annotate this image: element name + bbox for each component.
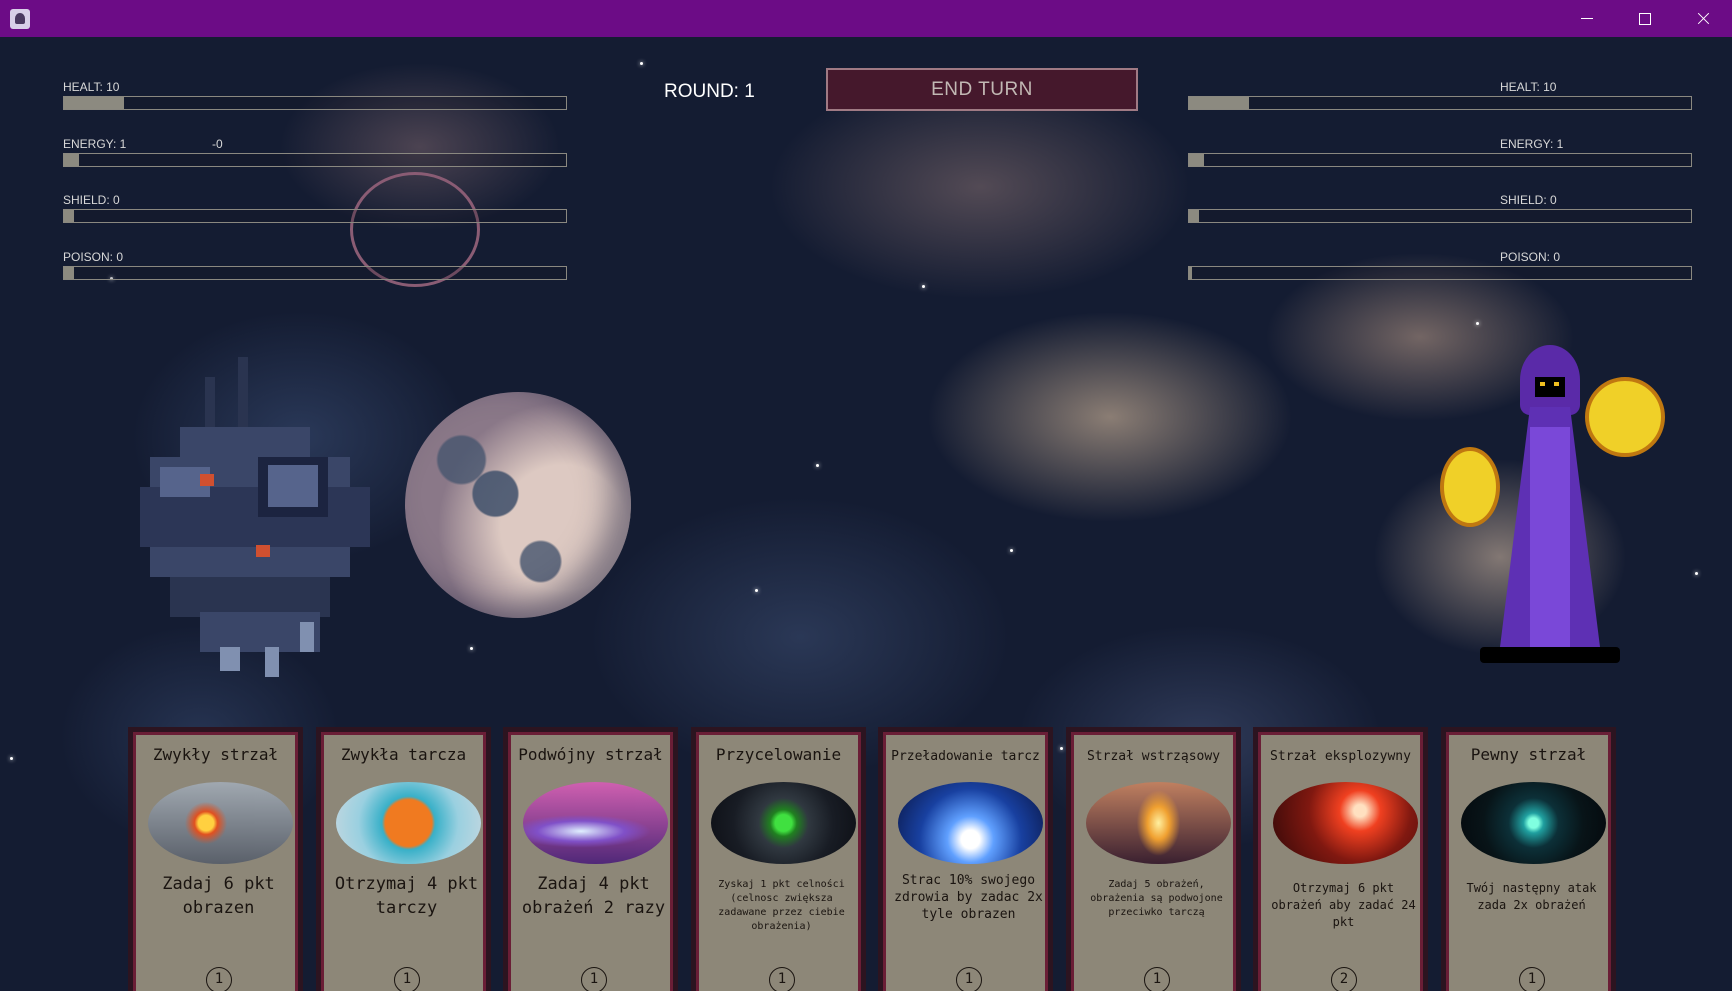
card-title: Pewny strzał bbox=[1470, 745, 1587, 764]
card-cost: 2 bbox=[1331, 967, 1357, 991]
round-counter: ROUND: 1 bbox=[664, 81, 755, 102]
card-description: Otrzymaj 4 pkt tarczy bbox=[334, 874, 479, 918]
card-cost: 1 bbox=[206, 967, 232, 991]
close-icon[interactable] bbox=[1674, 0, 1732, 37]
card-przycelowanie[interactable]: Przycelowanie Zyskaj 1 pkt celności (cel… bbox=[691, 727, 866, 991]
card-strzal-eksplozywny[interactable]: Strzał eksplozywny Otrzymaj 6 pkt obraże… bbox=[1253, 727, 1428, 991]
player-energy-label: ENERGY: 1 bbox=[63, 137, 127, 151]
card-zwykly-strzal[interactable]: Zwykły strzał Zadaj 6 pkt obrazen 1 bbox=[128, 727, 303, 991]
card-podwojny-strzal[interactable]: Podwójny strzał Zadaj 4 pkt obrażeń 2 ra… bbox=[503, 727, 678, 991]
star-decoration bbox=[10, 757, 13, 760]
card-title: Zwykła tarcza bbox=[340, 745, 467, 764]
player-ship bbox=[140, 357, 380, 677]
card-description: Zadaj 4 pkt obrażeń 2 razy bbox=[521, 874, 666, 918]
card-art-scope-icon bbox=[711, 782, 856, 864]
player-health-bar bbox=[63, 96, 567, 110]
star-decoration bbox=[640, 62, 643, 65]
card-cost: 1 bbox=[956, 967, 982, 991]
planet-decoration bbox=[405, 392, 631, 618]
enemy-shield-fill bbox=[1189, 210, 1200, 222]
player-poison-bar bbox=[63, 266, 567, 280]
card-title: Przeładowanie tarcz bbox=[891, 749, 1040, 764]
player-energy-delta: -0 bbox=[212, 137, 223, 151]
card-description: Twój następny atak zada 2x obrażeń bbox=[1466, 881, 1597, 912]
player-shield-bar bbox=[63, 209, 567, 223]
enemy-poison-fill bbox=[1189, 267, 1192, 279]
window-titlebar bbox=[0, 0, 1732, 37]
card-title: Przycelowanie bbox=[715, 745, 842, 764]
enemy-health-bar bbox=[1188, 96, 1692, 110]
card-cost: 1 bbox=[581, 967, 607, 991]
card-art-energy-icon bbox=[898, 782, 1043, 864]
card-art-explosion-icon bbox=[1086, 782, 1231, 864]
card-art-target-icon bbox=[1461, 782, 1606, 864]
card-cost: 1 bbox=[1144, 967, 1170, 991]
card-art-shield-icon bbox=[336, 782, 481, 864]
card-cost: 1 bbox=[1519, 967, 1545, 991]
card-title: Strzał wstrząsowy bbox=[1086, 749, 1221, 764]
card-description: Zyskaj 1 pkt celności (celnosc zwiększa … bbox=[718, 879, 845, 932]
star-decoration bbox=[1060, 747, 1063, 750]
star-decoration bbox=[816, 464, 819, 467]
card-pewny-strzal[interactable]: Pewny strzał Twój następny atak zada 2x … bbox=[1441, 727, 1616, 991]
star-decoration bbox=[1010, 549, 1013, 552]
player-health-label: HEALT: 10 bbox=[63, 80, 120, 94]
minimize-icon[interactable] bbox=[1558, 0, 1616, 37]
card-description: Zadaj 5 obrażeń, obrażenia są podwojone … bbox=[1090, 879, 1223, 918]
player-poison-label: POISON: 0 bbox=[63, 250, 124, 264]
player-poison-fill bbox=[64, 267, 75, 279]
star-decoration bbox=[922, 285, 925, 288]
enemy-shield-bar bbox=[1188, 209, 1692, 223]
game-area: HEALT: 10 ENERGY: 1 -0 SHIELD: 0 POISON:… bbox=[0, 37, 1732, 991]
enemy-energy-fill bbox=[1189, 154, 1205, 166]
app-icon bbox=[10, 9, 30, 29]
star-decoration bbox=[755, 589, 758, 592]
player-energy-bar bbox=[63, 153, 567, 167]
player-shield-fill bbox=[64, 210, 75, 222]
enemy-energy-bar bbox=[1188, 153, 1692, 167]
enemy-health-label: HEALT: 10 bbox=[1500, 80, 1557, 94]
card-description: Zadaj 6 pkt obrazen bbox=[162, 874, 275, 918]
card-description: Otrzymaj 6 pkt obrażeń aby zadać 24 pkt bbox=[1271, 881, 1416, 929]
maximize-icon[interactable] bbox=[1616, 0, 1674, 37]
card-cost: 1 bbox=[769, 967, 795, 991]
player-health-fill bbox=[64, 97, 125, 109]
enemy-health-fill bbox=[1189, 97, 1250, 109]
player-shield-label: SHIELD: 0 bbox=[63, 193, 120, 207]
player-energy-fill bbox=[64, 154, 80, 166]
enemy-poison-label: POISON: 0 bbox=[1500, 250, 1561, 264]
star-decoration bbox=[470, 647, 473, 650]
card-strzal-wstrzasowy[interactable]: Strzał wstrząsowy Zadaj 5 obrażeń, obraż… bbox=[1066, 727, 1241, 991]
card-cost: 1 bbox=[394, 967, 420, 991]
card-title: Zwykły strzał bbox=[152, 745, 279, 764]
card-art-laser-icon bbox=[523, 782, 668, 864]
enemy-wizard bbox=[1440, 337, 1680, 697]
enemy-energy-label: ENERGY: 1 bbox=[1500, 137, 1564, 151]
card-art-gun-icon bbox=[148, 782, 293, 864]
card-description: Strac 10% swojego zdrowia by zadac 2x ty… bbox=[894, 873, 1043, 922]
enemy-poison-bar bbox=[1188, 266, 1692, 280]
card-zwykla-tarcza[interactable]: Zwykła tarcza Otrzymaj 4 pkt tarczy 1 bbox=[316, 727, 491, 991]
end-turn-button[interactable]: END TURN bbox=[826, 68, 1138, 111]
card-art-blast-icon bbox=[1273, 782, 1418, 864]
star-decoration bbox=[1476, 322, 1479, 325]
star-decoration bbox=[1695, 572, 1698, 575]
card-title: Strzał eksplozywny bbox=[1270, 749, 1411, 764]
enemy-shield-label: SHIELD: 0 bbox=[1500, 193, 1557, 207]
card-title: Podwójny strzał bbox=[518, 745, 663, 764]
card-przeladowanie-tarcz[interactable]: Przeładowanie tarcz Strac 10% swojego zd… bbox=[878, 727, 1053, 991]
